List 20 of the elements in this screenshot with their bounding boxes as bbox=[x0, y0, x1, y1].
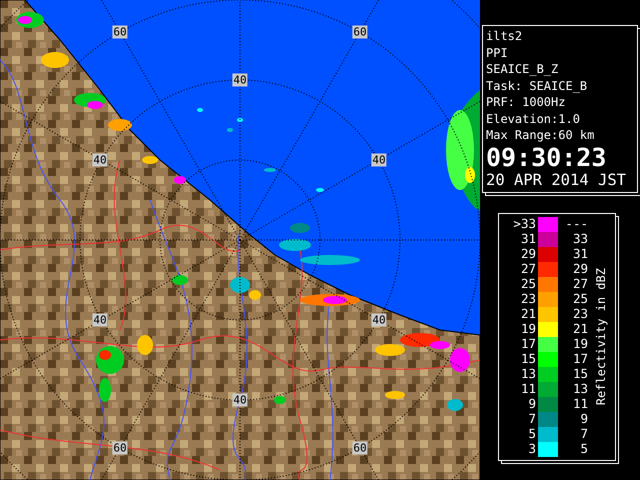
range-label: 40 bbox=[92, 314, 108, 326]
info-line: Elevation:1.0 bbox=[486, 110, 581, 127]
info-line: SEAICE_B_Z bbox=[486, 61, 560, 78]
range-label: 40 bbox=[371, 314, 387, 326]
range-label: 40 bbox=[92, 154, 108, 166]
range-label: 40 bbox=[232, 394, 248, 406]
info-line: Max Range:60 km bbox=[486, 127, 596, 144]
info-line: Task: SEAICE_B bbox=[486, 78, 588, 94]
range-label: 40 bbox=[371, 154, 387, 166]
info-line: PPI bbox=[486, 44, 509, 61]
range-label: 60 bbox=[352, 26, 368, 38]
range-label: 60 bbox=[112, 442, 128, 454]
info-line: PRF: 1000Hz bbox=[486, 94, 566, 110]
range-label: 60 bbox=[112, 26, 128, 38]
date-text: 20 APR 2014 JST bbox=[486, 170, 627, 190]
range-label: 40 bbox=[232, 74, 248, 86]
info-line: ilts2 bbox=[486, 28, 524, 44]
time-text: 09:30:23 bbox=[486, 144, 608, 170]
range-label: 60 bbox=[352, 442, 368, 454]
legend-title: Reflectivity in dBZ bbox=[593, 268, 609, 406]
